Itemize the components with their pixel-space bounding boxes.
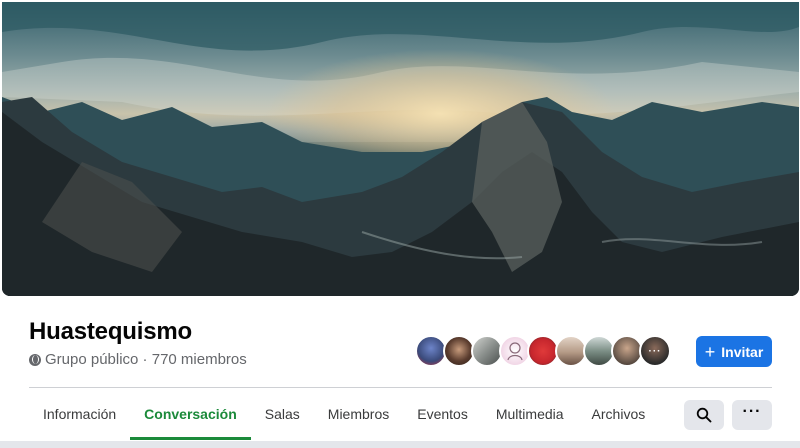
more-members-indicator: ··· bbox=[648, 346, 662, 357]
content-area-top bbox=[0, 441, 800, 448]
group-meta: Grupo público · 770 miembros bbox=[29, 351, 247, 368]
tab-miembros[interactable]: Miembros bbox=[314, 388, 403, 440]
group-title[interactable]: Huastequismo bbox=[29, 318, 192, 346]
invite-label: Invitar bbox=[721, 343, 764, 360]
tab-eventos[interactable]: Eventos bbox=[403, 388, 482, 440]
search-button[interactable] bbox=[684, 400, 724, 430]
globe-icon bbox=[29, 353, 41, 366]
member-avatar-9[interactable]: ··· bbox=[639, 335, 671, 367]
tab-salas[interactable]: Salas bbox=[251, 388, 314, 440]
more-icon: ··· bbox=[742, 403, 762, 420]
tab-conversacion[interactable]: Conversación bbox=[130, 388, 251, 440]
invite-button[interactable]: + Invitar bbox=[696, 336, 772, 367]
tab-informacion[interactable]: Información bbox=[29, 388, 130, 440]
cover-landscape-image bbox=[2, 2, 799, 296]
group-page: Huastequismo Grupo público · 770 miembro… bbox=[0, 0, 800, 448]
search-icon bbox=[696, 407, 712, 423]
group-tabs: Información Conversación Salas Miembros … bbox=[29, 388, 659, 440]
plus-icon: + bbox=[704, 341, 716, 362]
cover-photo[interactable] bbox=[2, 2, 799, 296]
tab-archivos[interactable]: Archivos bbox=[578, 388, 660, 440]
person-outline-icon bbox=[507, 342, 523, 361]
group-privacy-members-text[interactable]: Grupo público · 770 miembros bbox=[45, 351, 247, 368]
more-options-button[interactable]: ··· bbox=[732, 400, 772, 430]
member-avatars[interactable]: ··· bbox=[415, 335, 671, 367]
tab-multimedia[interactable]: Multimedia bbox=[482, 388, 578, 440]
